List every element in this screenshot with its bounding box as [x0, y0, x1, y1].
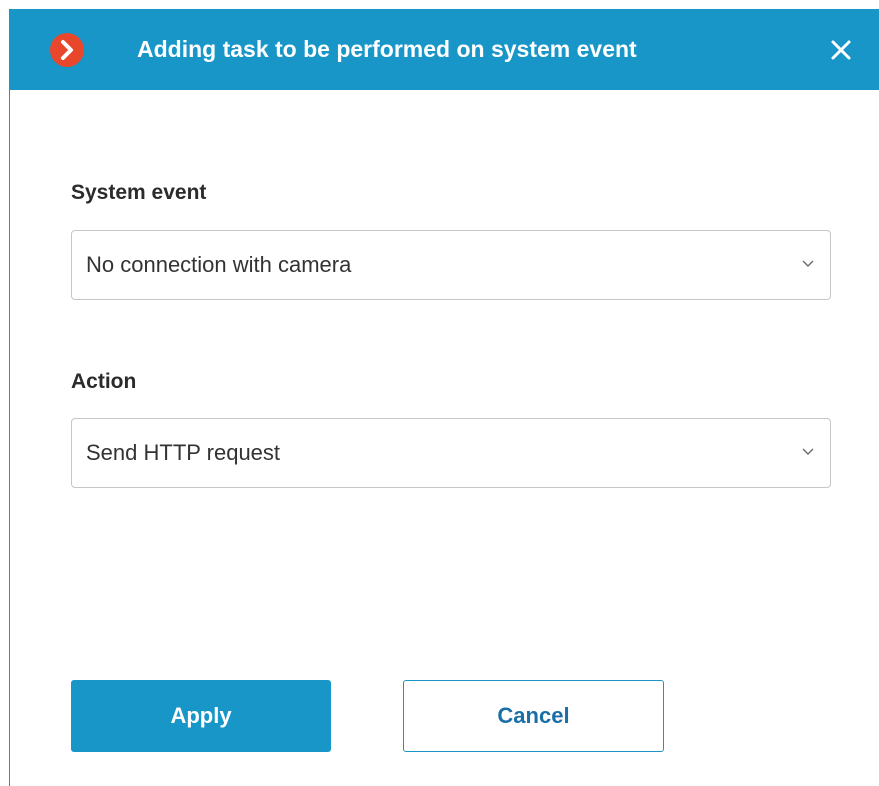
cancel-button[interactable]: Cancel	[403, 680, 664, 752]
app-logo-icon	[50, 33, 84, 67]
system-event-label: System event	[71, 181, 207, 204]
chevron-down-icon	[802, 260, 814, 267]
apply-button[interactable]: Apply	[71, 680, 331, 752]
action-select[interactable]: Send HTTP request	[71, 418, 831, 488]
system-event-select[interactable]: No connection with camera	[71, 230, 831, 300]
action-value: Send HTTP request	[86, 440, 281, 465]
dialog: Adding task to be performed on system ev…	[9, 9, 879, 786]
system-event-value: No connection with camera	[86, 252, 352, 277]
close-icon[interactable]	[830, 39, 852, 61]
chevron-down-icon	[802, 448, 814, 455]
title-bar: Adding task to be performed on system ev…	[10, 9, 879, 90]
dialog-title: Adding task to be performed on system ev…	[137, 36, 637, 62]
action-label: Action	[71, 370, 137, 393]
